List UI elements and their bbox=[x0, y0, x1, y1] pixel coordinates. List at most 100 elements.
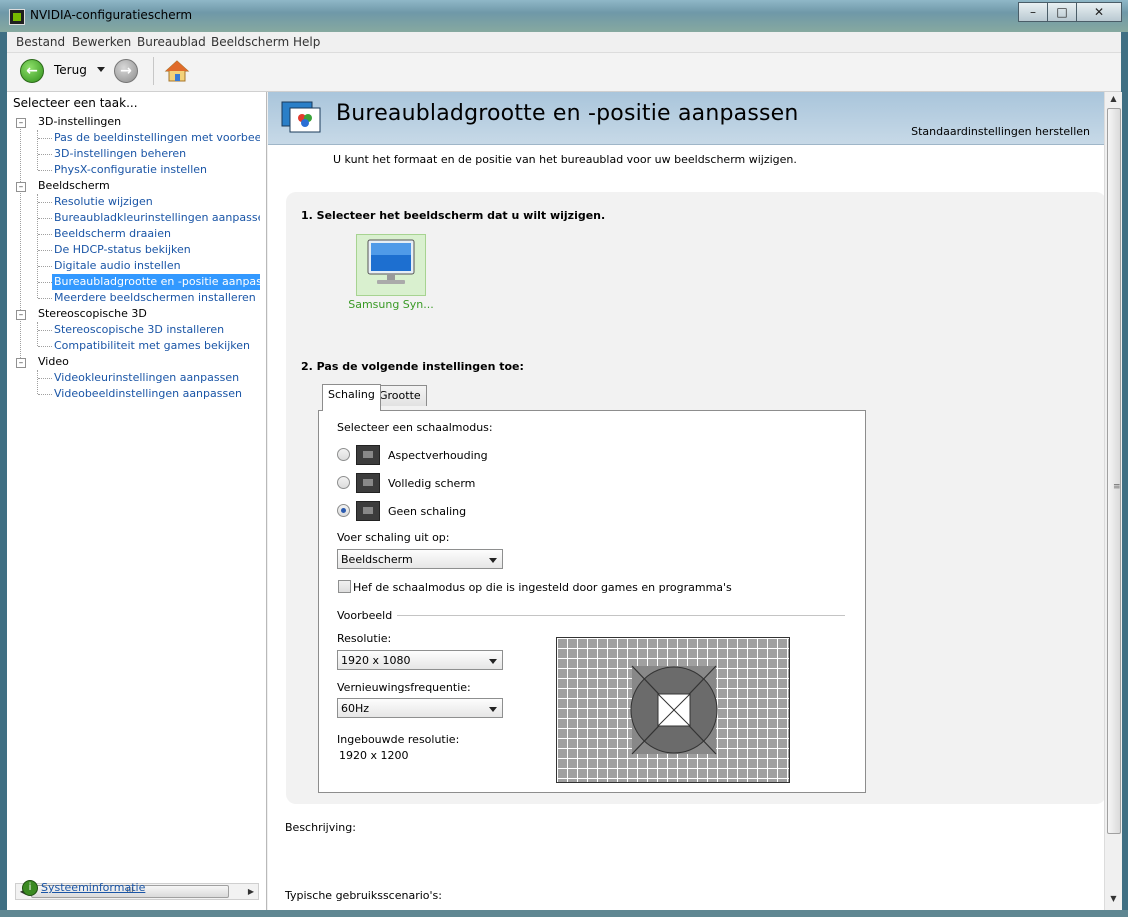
back-history-dropdown-icon[interactable] bbox=[97, 67, 105, 72]
resolution-label: Resolutie: bbox=[337, 632, 392, 645]
menu-bestand[interactable]: Bestand bbox=[16, 35, 65, 49]
tree-category-3d[interactable]: 3D-instellingen bbox=[38, 114, 121, 130]
scaling-preview bbox=[556, 637, 790, 783]
menu-bureaublad[interactable]: Bureaublad bbox=[137, 35, 206, 49]
resolution-value: 1920 x 1080 bbox=[341, 654, 411, 667]
chevron-down-icon bbox=[489, 558, 497, 563]
no-scaling-label[interactable]: Geen schaling bbox=[388, 505, 466, 518]
task-link-manage-3d[interactable]: 3D-instellingen beheren bbox=[54, 146, 186, 162]
task-link-preview-settings[interactable]: Pas de beeldinstellingen met voorbeeld a… bbox=[54, 130, 260, 146]
tree-category-stereo[interactable]: Stereoscopische 3D bbox=[38, 306, 147, 322]
monitor-select-tile[interactable] bbox=[356, 234, 426, 296]
aspect-ratio-icon bbox=[356, 445, 380, 465]
collapse-3d-icon[interactable]: – bbox=[16, 118, 26, 128]
native-resolution-label: Ingebouwde resolutie: bbox=[337, 733, 460, 746]
page-title: Bureaubladgrootte en -positie aanpassen bbox=[336, 101, 799, 126]
tree-connector bbox=[38, 250, 52, 251]
collapse-video-icon[interactable]: – bbox=[16, 358, 26, 368]
task-link-desktop-color[interactable]: Bureaubladkleurinstellingen aanpassen bbox=[54, 210, 260, 226]
toolbar-separator bbox=[153, 57, 154, 85]
task-tree: – 3D-instellingen Pas de beeldinstelling… bbox=[7, 114, 260, 874]
task-link-physx[interactable]: PhysX-configuratie instellen bbox=[54, 162, 207, 178]
tree-category-display[interactable]: Beeldscherm bbox=[38, 178, 110, 194]
radio-aspect-ratio[interactable] bbox=[337, 448, 350, 461]
back-label[interactable]: Terug bbox=[54, 63, 87, 77]
typical-usage-label: Typische gebruiksscenario's: bbox=[285, 889, 442, 902]
task-link-video-color[interactable]: Videokleurinstellingen aanpassen bbox=[54, 370, 239, 386]
radio-full-screen[interactable] bbox=[337, 476, 350, 489]
refresh-rate-label: Vernieuwingsfrequentie: bbox=[337, 681, 471, 694]
arrow-right-icon: → bbox=[120, 63, 132, 79]
tree-connector bbox=[38, 218, 52, 219]
collapse-stereo-icon[interactable]: – bbox=[16, 310, 26, 320]
task-link-hdcp[interactable]: De HDCP-status bekijken bbox=[54, 242, 191, 258]
tree-connector bbox=[38, 394, 52, 395]
forward-button[interactable]: → bbox=[114, 59, 138, 83]
content-vscrollbar[interactable]: ▲ ≡ ▼ bbox=[1104, 92, 1122, 910]
chevron-down-icon bbox=[489, 659, 497, 664]
menu-beeldscherm[interactable]: Beeldscherm bbox=[211, 35, 289, 49]
window-title: NVIDIA-configuratiescherm bbox=[30, 8, 193, 22]
tree-connector bbox=[38, 154, 52, 155]
task-link-game-compat[interactable]: Compatibiliteit met games bekijken bbox=[54, 338, 250, 354]
monitor-label[interactable]: Samsung Syn... bbox=[336, 298, 446, 311]
tree-category-video[interactable]: Video bbox=[38, 354, 69, 370]
task-link-digital-audio[interactable]: Digitale audio instellen bbox=[54, 258, 181, 274]
back-button[interactable]: ← bbox=[20, 59, 44, 83]
tree-guide-line bbox=[37, 370, 38, 394]
task-link-stereo-install[interactable]: Stereoscopische 3D installeren bbox=[54, 322, 224, 338]
radio-no-scaling[interactable] bbox=[337, 504, 350, 517]
tree-connector bbox=[38, 138, 52, 139]
task-link-multiple-displays[interactable]: Meerdere beeldschermen installeren bbox=[54, 290, 256, 306]
refresh-rate-select[interactable]: 60Hz bbox=[337, 698, 503, 718]
page-intro: U kunt het formaat en de positie van het… bbox=[333, 153, 797, 166]
override-scaling-label[interactable]: Hef de schaalmodus op die is ingesteld d… bbox=[353, 581, 732, 594]
override-scaling-checkbox[interactable] bbox=[338, 580, 351, 593]
chevron-down-icon bbox=[489, 707, 497, 712]
title-bar: NVIDIA-configuratiescherm – □ ✕ bbox=[0, 0, 1128, 32]
scroll-up-icon[interactable]: ▲ bbox=[1108, 94, 1119, 106]
full-screen-label[interactable]: Volledig scherm bbox=[388, 477, 475, 490]
full-screen-icon bbox=[356, 473, 380, 493]
tab-size[interactable]: Grootte bbox=[373, 385, 427, 406]
tree-connector bbox=[38, 298, 52, 299]
minimize-icon: – bbox=[1030, 5, 1036, 19]
resolution-select[interactable]: 1920 x 1080 bbox=[337, 650, 503, 670]
scroll-right-icon[interactable]: ▶ bbox=[245, 885, 257, 898]
tab-scaling[interactable]: Schaling bbox=[322, 384, 381, 411]
tree-connector bbox=[38, 234, 52, 235]
menu-bewerken[interactable]: Bewerken bbox=[72, 35, 131, 49]
tree-guide-line bbox=[20, 124, 21, 364]
scaling-mode-label: Selecteer een schaalmodus: bbox=[337, 421, 493, 434]
tree-connector bbox=[38, 330, 52, 331]
home-icon[interactable] bbox=[164, 58, 190, 84]
aspect-ratio-label[interactable]: Aspectverhouding bbox=[388, 449, 488, 462]
perform-scaling-select[interactable]: Beeldscherm bbox=[337, 549, 503, 569]
arrow-left-icon: ← bbox=[26, 63, 38, 79]
system-information-link[interactable]: Systeeminformatie bbox=[41, 881, 145, 894]
monitor-icon bbox=[367, 239, 415, 284]
nvidia-app-icon bbox=[9, 9, 25, 25]
restore-defaults-link[interactable]: Standaardinstellingen herstellen bbox=[911, 125, 1090, 138]
no-scaling-icon bbox=[356, 501, 380, 521]
task-link-rotate-display[interactable]: Beeldscherm draaien bbox=[54, 226, 171, 242]
tree-connector bbox=[38, 346, 52, 347]
maximize-button[interactable]: □ bbox=[1047, 2, 1077, 22]
task-link-video-image[interactable]: Videobeeldinstellingen aanpassen bbox=[54, 386, 242, 402]
tree-guide-line bbox=[37, 130, 38, 170]
info-icon: i bbox=[22, 880, 38, 896]
tree-guide-line bbox=[37, 322, 38, 346]
close-icon: ✕ bbox=[1093, 5, 1105, 19]
task-link-desktop-size-selected[interactable]: Bureaubladgrootte en -positie aanpassen bbox=[52, 274, 260, 290]
window-bottom-border bbox=[0, 910, 1128, 917]
vscroll-thumb[interactable]: ≡ bbox=[1107, 108, 1121, 834]
menu-help[interactable]: Help bbox=[293, 35, 320, 49]
scroll-down-icon[interactable]: ▼ bbox=[1108, 894, 1119, 906]
native-resolution-value: 1920 x 1200 bbox=[339, 749, 409, 762]
task-link-resolution[interactable]: Resolutie wijzigen bbox=[54, 194, 153, 210]
toolbar: ← Terug → bbox=[7, 53, 1121, 92]
collapse-display-icon[interactable]: – bbox=[16, 182, 26, 192]
minimize-button[interactable]: – bbox=[1018, 2, 1048, 22]
vscroll-grip-icon: ≡ bbox=[1113, 482, 1121, 492]
close-button[interactable]: ✕ bbox=[1076, 2, 1122, 22]
